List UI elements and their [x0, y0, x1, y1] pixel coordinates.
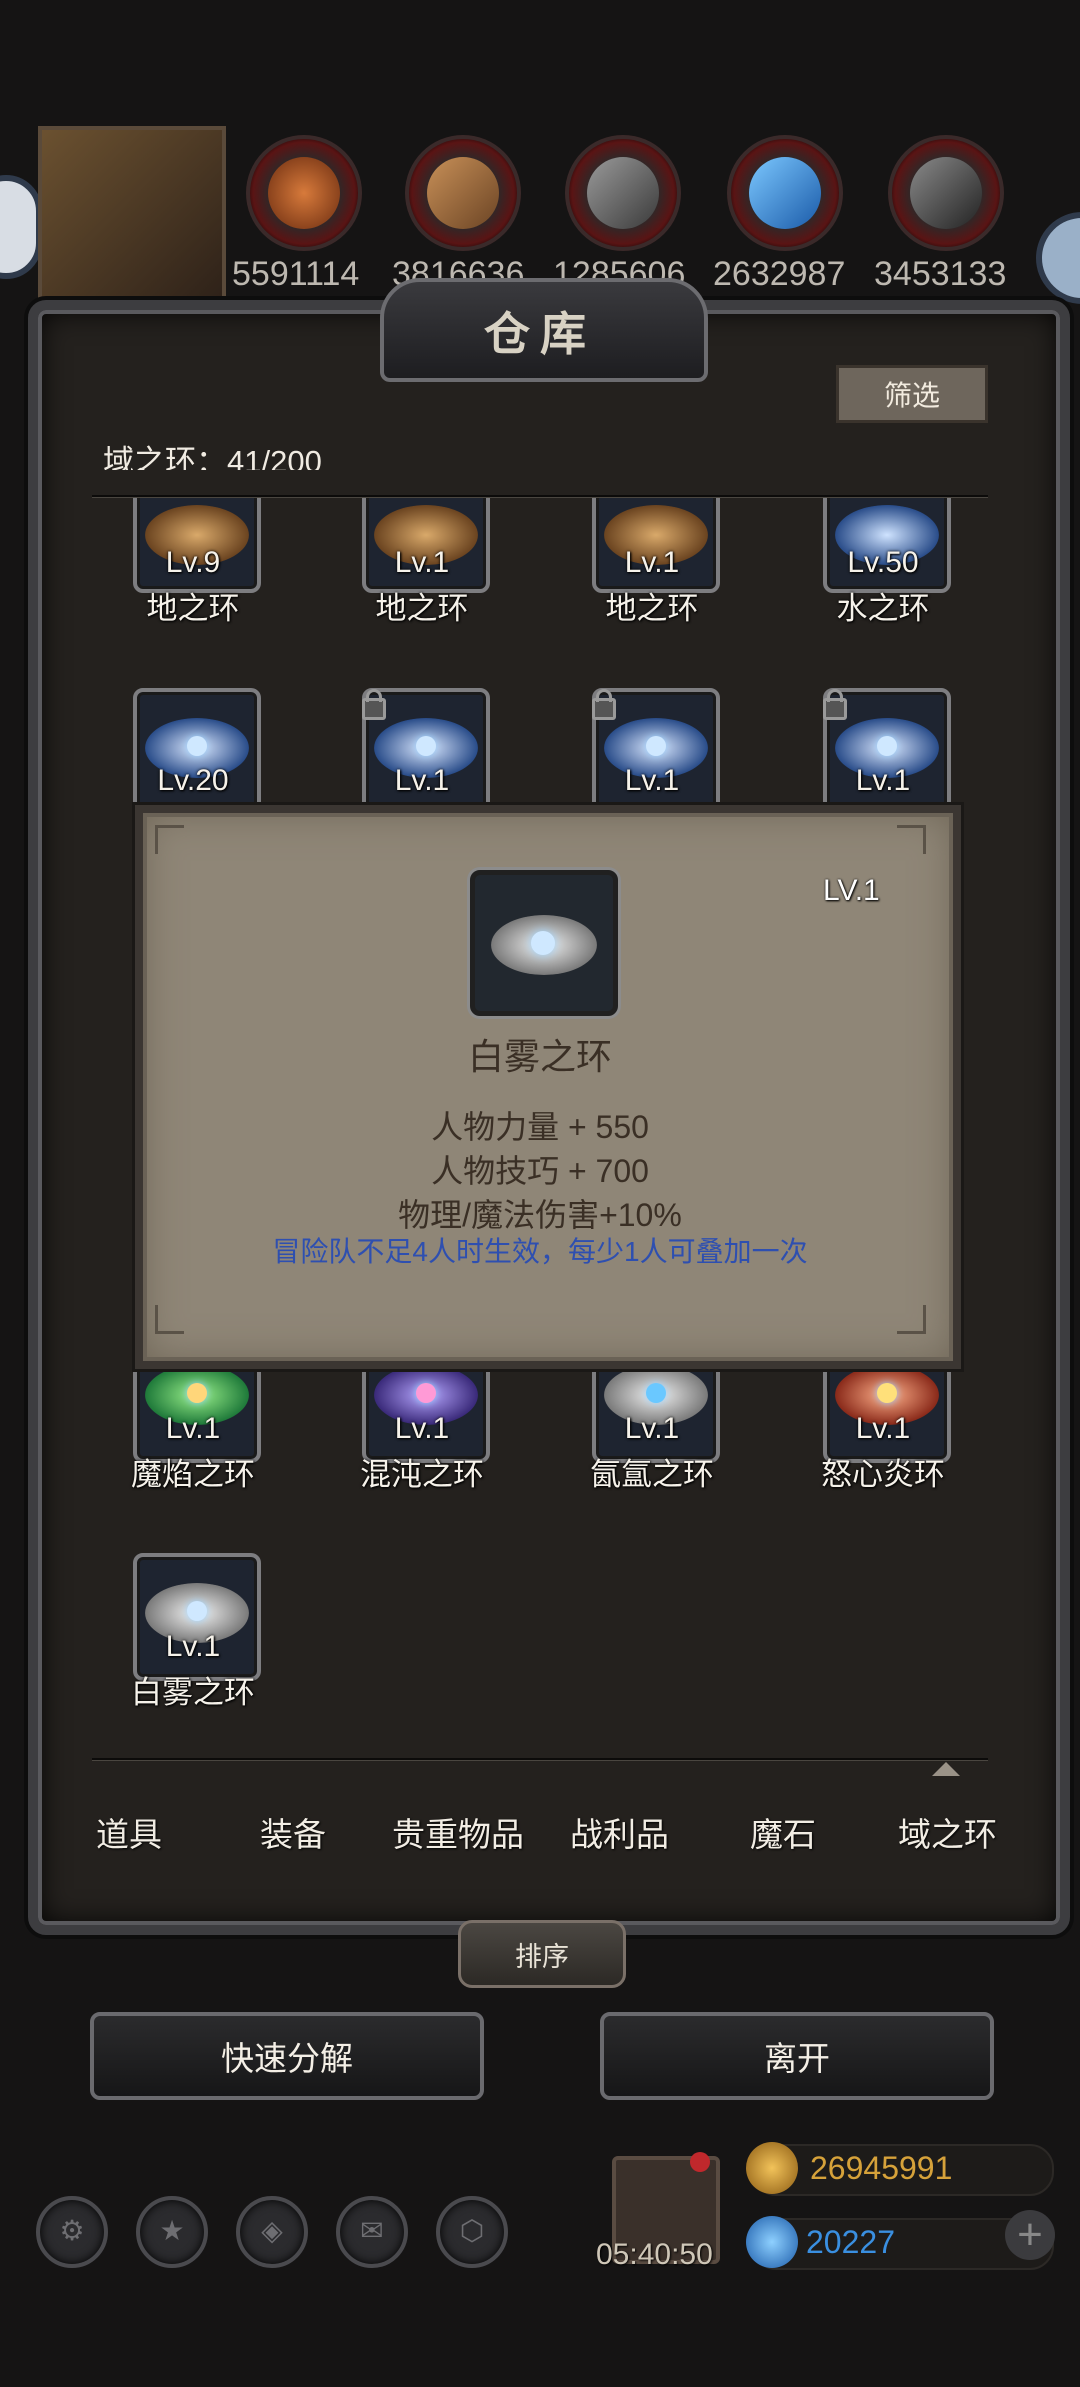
popup-corner: [155, 1305, 184, 1334]
resource-ore-count: 5591114: [232, 255, 360, 293]
item-level: Lv.9: [165, 546, 221, 579]
quick-decompose-button[interactable]: 快速分解: [90, 2012, 484, 2100]
item-level: Lv.1: [855, 1412, 911, 1445]
item-level: Lv.1: [624, 1412, 680, 1445]
item-level: Lv.1: [165, 1630, 221, 1663]
resource-ore-icon: [246, 135, 362, 251]
popup-corner: [897, 1305, 926, 1334]
mail-icon[interactable]: ✉: [336, 2196, 408, 2268]
tab-equipment[interactable]: 装备: [260, 1808, 326, 1856]
blue-gem-icon: [746, 2216, 798, 2268]
item-name: 魔焰之环: [131, 1457, 255, 1492]
resource-stone-count: 3453133: [874, 255, 1007, 293]
tab-domain-rings[interactable]: 域之环: [898, 1808, 997, 1856]
item-level: Lv.1: [394, 764, 450, 797]
gold-coin-icon: [746, 2142, 798, 2194]
lock-icon: [823, 689, 847, 720]
player-avatar[interactable]: [38, 126, 226, 314]
item-name: 地之环: [375, 591, 469, 626]
tab-valuables[interactable]: 贵重物品: [392, 1808, 524, 1856]
item-level: Lv.1: [165, 1412, 221, 1445]
sort-button[interactable]: 排序: [458, 1920, 626, 1988]
page-title: 仓库: [484, 308, 596, 360]
right-menu-bubble[interactable]: [1036, 212, 1080, 304]
popup-stat: 人物力量 + 550: [431, 1109, 649, 1145]
item-level: Lv.20: [157, 764, 229, 797]
resource-crystal-count: 2632987: [713, 255, 846, 293]
guild-icon[interactable]: ◈: [236, 2196, 308, 2268]
tab-loot[interactable]: 战利品: [570, 1808, 669, 1856]
popup-corner: [155, 825, 184, 854]
gem-amount: 20227: [806, 2224, 895, 2260]
item-level: Lv.1: [624, 546, 680, 579]
add-currency-button[interactable]: +: [1005, 2210, 1055, 2260]
lock-icon: [592, 689, 616, 720]
popup-level: LV.1: [823, 874, 880, 907]
star-badge-icon[interactable]: ★: [136, 2196, 208, 2268]
item-level: Lv.1: [624, 764, 680, 797]
tab-magic-stones[interactable]: 魔石: [750, 1808, 816, 1856]
popup-stat: 人物技巧 + 700: [431, 1153, 649, 1189]
item-name: 混沌之环: [360, 1457, 484, 1492]
item-name: 地之环: [605, 591, 699, 626]
clip-cover: [92, 470, 988, 498]
tab-items[interactable]: 道具: [96, 1808, 162, 1856]
settings-icon[interactable]: ⚙: [36, 2196, 108, 2268]
item-name: 氤氲之环: [590, 1457, 714, 1492]
item-level: Lv.1: [394, 1412, 450, 1445]
divider-bottom: [92, 1758, 988, 1760]
resource-stone-icon: [888, 135, 1004, 251]
popup-corner: [897, 825, 926, 854]
item-level: Lv.1: [394, 546, 450, 579]
resource-crystal-icon: [727, 135, 843, 251]
gift-timer: 05:40:50: [596, 2238, 713, 2271]
divider-top: [92, 495, 988, 497]
item-name: 怒心炎环: [821, 1457, 945, 1492]
item-level: Lv.50: [847, 546, 919, 579]
popup-condition-note: 冒险队不足4人时生效，每少1人可叠加一次: [272, 1236, 808, 1267]
resource-wood-icon: [405, 135, 521, 251]
popup-item-name: 白雾之环: [467, 1036, 612, 1077]
white-mist-ring-icon: [470, 870, 618, 1016]
lock-icon: [362, 689, 386, 720]
item-name: 白雾之环: [131, 1675, 255, 1710]
resource-iron-icon: [565, 135, 681, 251]
item-level: Lv.1: [855, 764, 911, 797]
item-name: 水之环: [836, 591, 930, 626]
notification-dot: [690, 2152, 710, 2172]
filter-button[interactable]: 筛选: [836, 365, 988, 423]
left-chat-bubble[interactable]: [0, 175, 42, 279]
leave-button[interactable]: 离开: [600, 2012, 994, 2100]
item-name: 地之环: [146, 591, 240, 626]
active-tab-indicator-icon: [932, 1762, 960, 1776]
shield-icon[interactable]: ⬡: [436, 2196, 508, 2268]
gold-amount: 26945991: [810, 2150, 953, 2186]
